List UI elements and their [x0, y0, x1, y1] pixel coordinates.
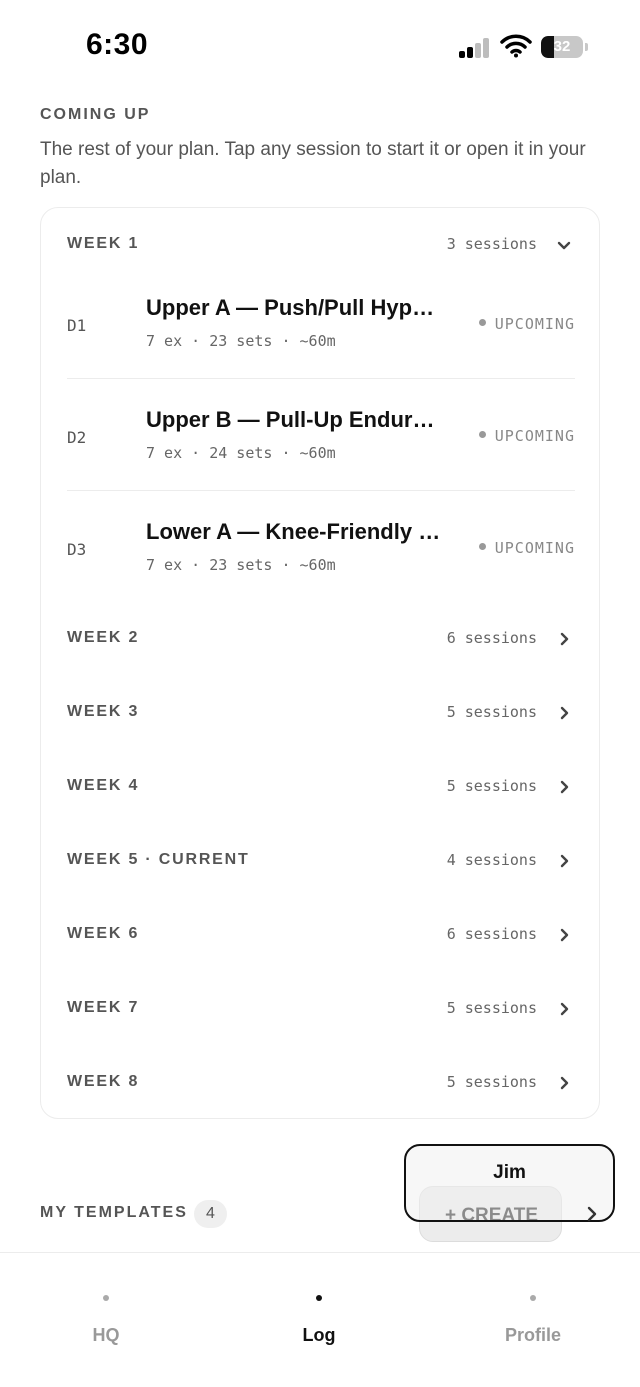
week-title: WEEK 2: [67, 629, 140, 646]
session-title: Lower A — Knee-Friendly Strength: [146, 519, 442, 544]
week-row-6[interactable]: WEEK 6 6 sessions: [67, 915, 575, 955]
battery-level: 32: [553, 38, 571, 55]
session-day: D1: [67, 316, 87, 335]
jim-label: Jim: [493, 1162, 526, 1183]
cellular-signal-icon: [459, 38, 491, 58]
status-time: 6:30: [86, 28, 149, 61]
chevron-right-icon: [560, 632, 569, 646]
week-session-count: 3 sessions: [446, 235, 537, 253]
chevron-right-icon: [560, 1076, 569, 1090]
session-row-d2[interactable]: D2 Upper B — Pull-Up Endurance 7 ex · 24…: [67, 380, 575, 491]
templates-count-badge: 4: [194, 1200, 227, 1228]
week-title: WEEK 7: [67, 999, 140, 1016]
tab-dot-icon: [316, 1295, 322, 1301]
week-row-1[interactable]: WEEK 1 3 sessions: [67, 225, 575, 265]
tab-log[interactable]: Log: [229, 1253, 409, 1363]
chevron-right-icon: [560, 1002, 569, 1016]
tab-dot-icon: [530, 1295, 536, 1301]
coming-up-description: The rest of your plan. Tap any session t…: [40, 139, 586, 188]
session-day: D3: [67, 540, 87, 559]
status-badge: UPCOMING: [478, 427, 575, 445]
status-bar: 6:30 32: [0, 0, 640, 96]
session-row-d1[interactable]: D1 Upper A — Push/Pull Hypertrophy 7 ex …: [67, 268, 575, 379]
week-row-2[interactable]: WEEK 2 6 sessions: [67, 619, 575, 659]
battery-icon: 32: [541, 36, 583, 58]
session-meta: 7 ex · 24 sets · ~60m: [146, 444, 336, 462]
status-badge: UPCOMING: [478, 315, 575, 333]
week-row-8[interactable]: WEEK 8 5 sessions: [67, 1063, 575, 1103]
session-row-d3[interactable]: D3 Lower A — Knee-Friendly Strength 7 ex…: [67, 492, 575, 603]
chevron-right-icon: [560, 780, 569, 794]
week-title: WEEK 5 · CURRENT: [67, 851, 250, 868]
tab-hq[interactable]: HQ: [16, 1253, 196, 1363]
session-title: Upper A — Push/Pull Hypertrophy: [146, 295, 442, 320]
week-session-count: 5 sessions: [446, 999, 537, 1017]
status-dot-icon: [478, 431, 486, 438]
status-dot-icon: [478, 543, 486, 550]
week-title: WEEK 1: [67, 235, 140, 252]
week-session-count: 5 sessions: [446, 703, 537, 721]
week-session-count: 5 sessions: [446, 1073, 537, 1091]
tab-profile[interactable]: Profile: [443, 1253, 623, 1363]
status-text: UPCOMING: [494, 539, 575, 557]
status-badge: UPCOMING: [478, 539, 575, 557]
session-title: Upper B — Pull-Up Endurance: [146, 407, 442, 432]
coming-up-label: COMING UP: [40, 106, 151, 123]
week-row-3[interactable]: WEEK 3 5 sessions: [67, 693, 575, 733]
week-session-count: 4 sessions: [446, 851, 537, 869]
week-session-count: 6 sessions: [446, 925, 537, 943]
my-templates-label: MY TEMPLATES: [40, 1204, 188, 1221]
plan-card: WEEK 1 3 sessions D1 Upper A — Push/Pull…: [40, 207, 600, 1119]
week-row-4[interactable]: WEEK 4 5 sessions: [67, 767, 575, 807]
week-title: WEEK 4: [67, 777, 140, 794]
tab-bar: HQ Log Profile: [0, 1252, 640, 1387]
session-day: D2: [67, 428, 87, 447]
week-session-count: 5 sessions: [446, 777, 537, 795]
wifi-icon: [500, 34, 532, 58]
status-text: UPCOMING: [494, 427, 575, 445]
chevron-right-icon[interactable]: [582, 1203, 602, 1225]
session-meta: 7 ex · 23 sets · ~60m: [146, 556, 336, 574]
week-row-7[interactable]: WEEK 7 5 sessions: [67, 989, 575, 1029]
tab-dot-icon: [103, 1295, 109, 1301]
week-title: WEEK 3: [67, 703, 140, 720]
session-meta: 7 ex · 23 sets · ~60m: [146, 332, 336, 350]
chevron-right-icon: [560, 854, 569, 868]
battery-cap: [585, 43, 588, 51]
chevron-down-icon: [557, 241, 571, 250]
week-row-5[interactable]: WEEK 5 · CURRENT 4 sessions: [67, 841, 575, 881]
tab-label: Log: [302, 1325, 336, 1345]
week-session-count: 6 sessions: [446, 629, 537, 647]
chevron-right-icon: [560, 706, 569, 720]
week-title: WEEK 6: [67, 925, 140, 942]
tab-label: Profile: [504, 1325, 561, 1345]
week-title: WEEK 8: [67, 1073, 140, 1090]
status-dot-icon: [478, 319, 486, 326]
tab-label: HQ: [92, 1325, 120, 1345]
status-text: UPCOMING: [494, 315, 575, 333]
chevron-right-icon: [560, 928, 569, 942]
